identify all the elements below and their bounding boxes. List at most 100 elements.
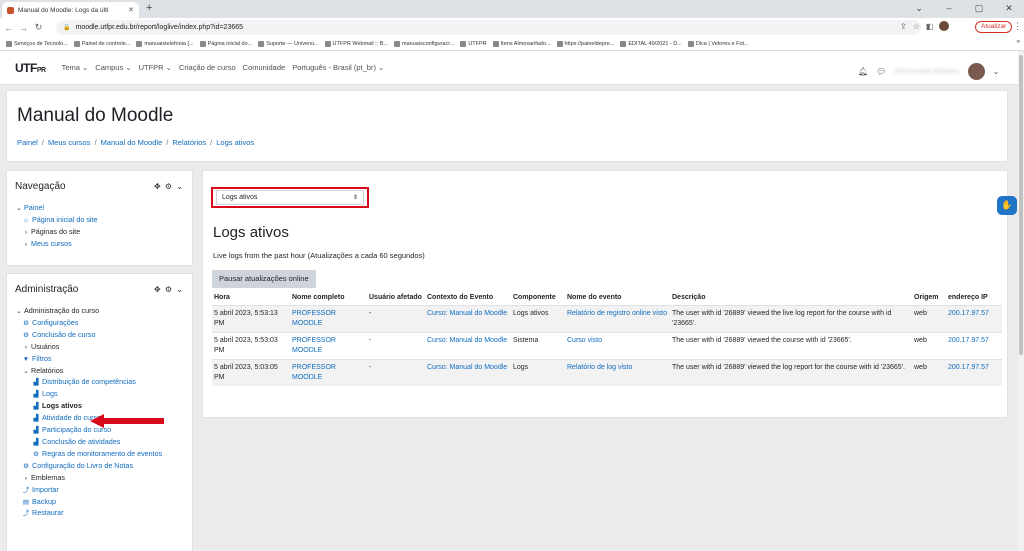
filter-icon: ▼ [22,355,30,363]
report-select[interactable]: Logs ativos ⇕ [216,190,364,205]
col-nome[interactable]: Nome completo [290,291,367,306]
cell-evento-link[interactable]: Curso visto [565,332,670,360]
nav-item-meus-cursos[interactable]: › Meus cursos [15,239,98,251]
bookmark[interactable]: Itens Almoxarifado... [492,40,551,47]
cell-ip-link[interactable]: 200.17.97.57 [946,332,1002,360]
admin-item-backup[interactable]: ▤ Backup [15,497,162,509]
col-origem[interactable]: Origem [912,291,946,306]
menu-utfpr[interactable]: UTFPR ⌄ [139,63,172,72]
profile-avatar[interactable] [939,21,950,31]
share-icon[interactable]: ⇪ [900,22,907,31]
cell-nome-link[interactable]: PROFESSOR MOODLE [290,332,367,360]
col-usuario-afetado[interactable]: Usuário afetado [367,291,425,306]
admin-item-filtros[interactable]: ▼ Filtros [15,354,162,366]
update-button[interactable]: Atualizar [975,21,1013,33]
star-icon[interactable]: ☆ [913,22,920,31]
browser-tab[interactable]: Manual do Moodle: Logs da últi ✕ [2,2,139,18]
bookmark[interactable]: https://paineldepre... [556,40,614,47]
menu-language[interactable]: Português - Brasil (pt_br) ⌄ [292,63,384,72]
cell-evento-link[interactable]: Relatório de log visto [565,359,670,386]
cell-nome-link[interactable]: PROFESSOR MOODLE [290,305,367,333]
admin-item-configuracoes[interactable]: ⚙ Configurações [15,318,162,330]
report-heading: Logs ativos [213,224,289,241]
report-item-logs-ativos[interactable]: ▟ Logs ativos [15,401,162,413]
accessibility-icon[interactable]: ✋ [997,196,1017,215]
bookmark[interactable]: Suporte — Universi... [258,40,319,47]
bookmark[interactable]: UTFPR [460,40,487,47]
bookmark[interactable]: manuaisconfiguracr... [394,40,454,47]
bookmark[interactable]: EDITAL 49/2021 - D... [620,40,682,47]
block-controls[interactable]: ✥ ⚙ ⌄ [154,182,184,191]
cell-ip-link[interactable]: 200.17.97.57 [946,305,1002,333]
bookmark[interactable]: Serviços de Tecnolo... [6,40,68,47]
breadcrumb-meus-cursos[interactable]: Meus cursos [48,138,91,147]
menu-criacao-curso[interactable]: Criação de curso [179,63,236,72]
bookmark[interactable]: Painel de controle... [73,40,130,47]
nav-item-painel[interactable]: ⌄ Painel [15,203,98,215]
chevron-down-icon[interactable]: ⌄ [993,67,1000,76]
admin-item-gradebook[interactable]: ⚙ Configuração do Livro de Notas [15,461,162,473]
report-select-value: Logs ativos [222,194,258,201]
menu-campus[interactable]: Campus ⌄ [95,63,131,72]
report-item-conclusao-atividades[interactable]: ▟ Conclusão de atividades [15,437,162,449]
minimize-icon[interactable]: ⌄ [904,0,934,18]
menu-comunidade[interactable]: Comunidade [243,63,286,72]
admin-item-usuarios[interactable]: › Usuários [15,342,162,354]
cell-contexto-link[interactable]: Curso: Manual do Moodle [425,305,511,333]
user-name[interactable]: PROFESSOR MOODLE [894,69,959,75]
cell-nome-link[interactable]: PROFESSOR MOODLE [290,359,367,386]
breadcrumb-logs-ativos[interactable]: Logs ativos [216,138,254,147]
cell-contexto-link[interactable]: Curso: Manual do Moodle [425,359,511,386]
utfpr-logo[interactable]: UTFPR [15,61,46,75]
page-scrollbar[interactable] [1018,51,1024,551]
pause-updates-button[interactable]: Pausar atualizações online [212,270,316,288]
nav-item-pagina-inicial[interactable]: ⌂ Página inicial do site [15,215,98,227]
table-row: 5 abril 2023, 5:53:13 PM PROFESSOR MOODL… [212,305,1002,333]
cell-ip-link[interactable]: 200.17.97.57 [946,359,1002,386]
cell-contexto-link[interactable]: Curso: Manual do Moodle [425,332,511,360]
close-tab-icon[interactable]: ✕ [128,6,134,14]
admin-item-relatorios[interactable]: ⌄ Relatórios [15,366,162,378]
admin-item-restaurar[interactable]: ⤴ Restaurar [15,508,162,520]
cell-componente: Logs [511,359,565,386]
block-controls[interactable]: ✥ ⚙ ⌄ [154,285,184,294]
nav-item-paginas-site[interactable]: › Páginas do site [15,227,98,239]
col-componente[interactable]: Componente [511,291,565,306]
bell-icon[interactable]: 🔔︎ [858,67,868,76]
col-descricao[interactable]: Descrição [670,291,912,306]
sidepanel-icon[interactable]: ◧ [926,22,934,31]
report-item-logs[interactable]: ▟ Logs [15,389,162,401]
admin-item-importar[interactable]: ⤴ Importar [15,485,162,497]
admin-item-emblemas[interactable]: › Emblemas [15,473,162,485]
user-avatar[interactable] [967,63,985,80]
minimize-window-icon[interactable]: – [934,0,964,18]
menu-tema[interactable]: Tema ⌄ [62,63,89,72]
bookmark[interactable]: Dica | Vetores e Fot... [687,40,749,47]
col-hora[interactable]: Hora [212,291,290,306]
admin-item-course-admin[interactable]: ⌄ Administração do curso [15,306,162,318]
more-bookmarks-icon[interactable]: » [1017,39,1020,45]
reload-icon[interactable]: ↻ [32,22,45,33]
breadcrumb-curso[interactable]: Manual do Moodle [101,138,163,147]
report-item-competencias[interactable]: ▟ Distribuição de competências [15,377,162,389]
col-nome-evento[interactable]: Nome do evento [565,291,670,306]
report-item-regras[interactable]: ⚙ Regras de monitoramento de eventos [15,449,162,461]
col-ip[interactable]: endereço IP [946,291,1002,306]
menu-icon[interactable]: ⋮ [1013,21,1022,32]
bookmark[interactable]: manuaistelefonia [... [136,40,194,47]
breadcrumb-painel[interactable]: Painel [17,138,38,147]
bookmark[interactable]: UTFPR Webmail :: B... [324,40,388,47]
browser-actions: ⇪ ☆ ◧ [900,21,950,31]
maximize-icon[interactable]: ▢ [964,0,994,18]
url-field[interactable]: 🔒 moodle.utfpr.edu.br/report/loglive/ind… [56,20,921,35]
col-contexto[interactable]: Contexto do Evento [425,291,511,306]
cell-evento-link[interactable]: Relatório de registro online visto [565,305,670,333]
bookmark[interactable]: Página inicial do... [199,40,252,47]
chat-icon[interactable]: 💬︎ [876,67,886,76]
back-icon[interactable]: ← [2,23,15,33]
admin-item-conclusao[interactable]: ⚙ Conclusão de curso [15,330,162,342]
close-window-icon[interactable]: ✕ [994,0,1024,18]
new-tab-icon[interactable]: + [146,2,152,14]
forward-icon[interactable]: → [17,23,30,33]
breadcrumb-relatorios[interactable]: Relatórios [172,138,206,147]
